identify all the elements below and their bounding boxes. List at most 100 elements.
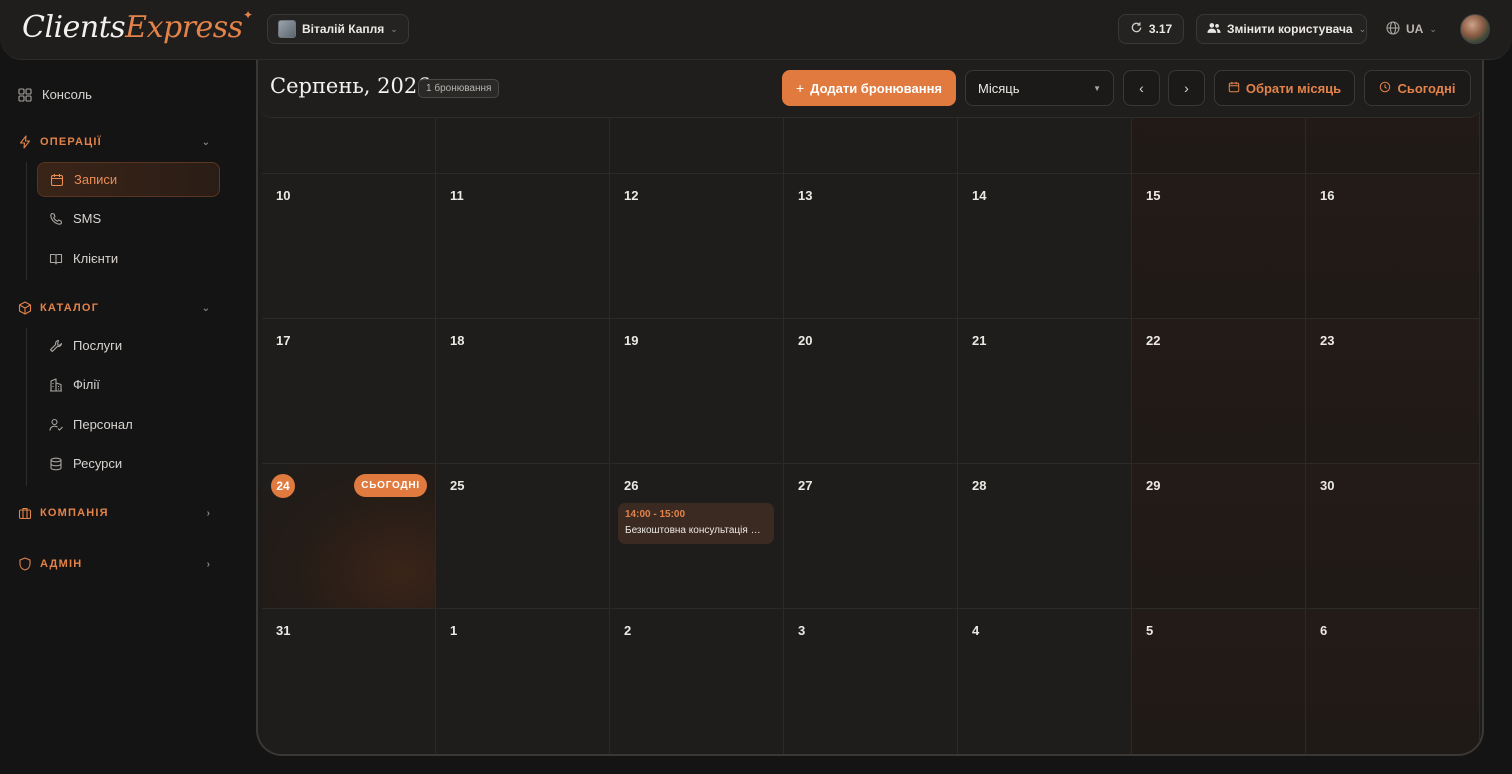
sidebar-section-company[interactable]: КОМПАНІЯ › bbox=[18, 506, 210, 520]
account-switcher[interactable]: Віталій Капля ⌄ bbox=[267, 14, 409, 44]
day-cell[interactable]: 27 bbox=[784, 464, 958, 609]
day-number: 22 bbox=[1146, 333, 1161, 348]
section-label: КОМПАНІЯ bbox=[40, 507, 109, 519]
sidebar-item-services[interactable]: Послуги bbox=[37, 328, 220, 363]
view-mode-value: Місяць bbox=[978, 80, 1020, 96]
pick-month-label: Обрати місяць bbox=[1245, 80, 1342, 96]
day-cell[interactable]: 19 bbox=[610, 319, 784, 464]
day-cell[interactable]: 2 bbox=[610, 609, 784, 754]
day-number: 23 bbox=[1320, 333, 1335, 348]
day-number: 11 bbox=[450, 188, 464, 203]
version-button[interactable]: 3.17 bbox=[1118, 14, 1184, 44]
sidebar-item-branches[interactable]: Філії bbox=[37, 367, 220, 402]
sidebar-item-label: Клієнти bbox=[73, 251, 119, 266]
sidebar-item-label: Послуги bbox=[73, 338, 123, 353]
sidebar-item-console[interactable]: Консоль bbox=[18, 87, 92, 102]
event-title: Безкоштовна консультація — ... bbox=[625, 525, 767, 536]
day-cell[interactable]: 17 bbox=[262, 319, 436, 464]
calendar-panel: 10 11 12 13 14 15 16 17 18 19 20 21 22 2… bbox=[256, 60, 1484, 756]
sidebar-section-operations[interactable]: ОПЕРАЦІЇ ⌄ bbox=[18, 135, 210, 149]
calendar-icon bbox=[1228, 81, 1240, 96]
section-label: ОПЕРАЦІЇ bbox=[40, 136, 102, 148]
switch-user-label: Змінити користувача bbox=[1227, 22, 1353, 36]
day-cell[interactable]: 1 bbox=[436, 609, 610, 754]
sidebar-item-label: Філії bbox=[73, 377, 100, 392]
sidebar-item-clients[interactable]: Клієнти bbox=[37, 241, 220, 276]
day-cell[interactable]: 31 bbox=[262, 609, 436, 754]
day-cell[interactable]: 28 bbox=[958, 464, 1132, 609]
today-day-number: 24 bbox=[271, 474, 295, 498]
refresh-icon bbox=[1130, 21, 1143, 37]
sidebar-section-catalog[interactable]: КАТАЛОГ ⌄ bbox=[18, 301, 210, 315]
day-cell[interactable]: 29 bbox=[1132, 464, 1306, 609]
section-label: КАТАЛОГ bbox=[40, 302, 100, 314]
day-number: 25 bbox=[450, 478, 465, 493]
day-cell[interactable]: 6 bbox=[1306, 609, 1480, 754]
language-label: UA bbox=[1406, 22, 1424, 36]
grid-icon bbox=[18, 87, 32, 102]
day-number: 13 bbox=[798, 188, 813, 203]
shield-icon bbox=[18, 557, 32, 571]
day-cell[interactable]: 15 bbox=[1132, 174, 1306, 319]
language-selector[interactable]: UA ⌄ bbox=[1386, 14, 1437, 44]
booking-event[interactable]: 14:00 - 15:00 Безкоштовна консультація —… bbox=[618, 503, 774, 544]
sidebar-item-bookings[interactable]: Записи bbox=[37, 162, 220, 197]
account-avatar bbox=[278, 20, 296, 38]
day-cell[interactable]: 30 bbox=[1306, 464, 1480, 609]
user-avatar[interactable] bbox=[1460, 14, 1490, 44]
pick-month-button[interactable]: Обрати місяць bbox=[1214, 70, 1355, 106]
day-cell[interactable]: 4 bbox=[958, 609, 1132, 754]
calendar-header: Серпень, 2026 1 бронювання + Додати брон… bbox=[258, 60, 1482, 118]
plus-icon: + bbox=[795, 80, 805, 96]
month-title: Серпень, 2026 bbox=[270, 74, 431, 98]
day-cell[interactable]: 10 bbox=[262, 174, 436, 319]
building-icon bbox=[49, 377, 63, 392]
day-cell[interactable]: 21 bbox=[958, 319, 1132, 464]
day-cell[interactable]: 11 bbox=[436, 174, 610, 319]
day-cell[interactable]: 12 bbox=[610, 174, 784, 319]
globe-icon bbox=[1386, 20, 1400, 38]
day-cell[interactable]: 5 bbox=[1132, 609, 1306, 754]
sidebar-section-admin[interactable]: АДМІН › bbox=[18, 557, 210, 571]
day-cell[interactable]: 25 bbox=[436, 464, 610, 609]
sidebar-item-sms[interactable]: SMS bbox=[37, 201, 220, 236]
sidebar-item-resources[interactable]: Ресурси bbox=[37, 446, 220, 481]
day-number: 20 bbox=[798, 333, 813, 348]
day-cell[interactable]: 20 bbox=[784, 319, 958, 464]
day-cell[interactable]: 16 bbox=[1306, 174, 1480, 319]
day-number: 21 bbox=[972, 333, 987, 348]
sidebar-item-label: Ресурси bbox=[73, 456, 123, 471]
app-logo[interactable]: ClientsExpress ✦ bbox=[22, 8, 253, 45]
account-name: Віталій Капля bbox=[302, 22, 385, 36]
today-badge: СЬОГОДНІ bbox=[354, 474, 427, 497]
day-number: 4 bbox=[972, 623, 980, 638]
day-number: 30 bbox=[1320, 478, 1335, 493]
day-number: 29 bbox=[1146, 478, 1161, 493]
chevron-right-icon: › bbox=[206, 558, 210, 570]
calendar-icon bbox=[50, 173, 64, 187]
sidebar: Консоль ОПЕРАЦІЇ ⌄ Записи SMS Клієнти КА… bbox=[0, 60, 240, 774]
day-cell[interactable]: 18 bbox=[436, 319, 610, 464]
logo-text-express: Express bbox=[125, 10, 243, 45]
day-cell[interactable]: 13 bbox=[784, 174, 958, 319]
day-cell[interactable]: 26 14:00 - 15:00 Безкоштовна консультаці… bbox=[610, 464, 784, 609]
database-icon bbox=[49, 457, 63, 471]
today-button[interactable]: Сьогодні bbox=[1364, 70, 1471, 106]
day-cell-today[interactable]: 24 СЬОГОДНІ bbox=[262, 464, 436, 609]
switch-user-button[interactable]: Змінити користувача ⌄ bbox=[1196, 14, 1367, 44]
sidebar-item-label: Консоль bbox=[42, 87, 92, 102]
day-number: 28 bbox=[972, 478, 987, 493]
day-number: 3 bbox=[798, 623, 806, 638]
day-cell[interactable]: 23 bbox=[1306, 319, 1480, 464]
package-icon bbox=[18, 301, 32, 315]
version-label: 3.17 bbox=[1148, 22, 1173, 36]
day-cell[interactable]: 22 bbox=[1132, 319, 1306, 464]
day-cell[interactable]: 14 bbox=[958, 174, 1132, 319]
day-number: 15 bbox=[1146, 188, 1161, 203]
view-mode-select[interactable]: Місяць ▼ bbox=[965, 70, 1114, 106]
add-booking-button[interactable]: + Додати бронювання bbox=[782, 70, 956, 106]
next-month-button[interactable]: › bbox=[1168, 70, 1205, 106]
sidebar-item-staff[interactable]: Персонал bbox=[37, 407, 220, 442]
day-cell[interactable]: 3 bbox=[784, 609, 958, 754]
prev-month-button[interactable]: ‹ bbox=[1123, 70, 1160, 106]
